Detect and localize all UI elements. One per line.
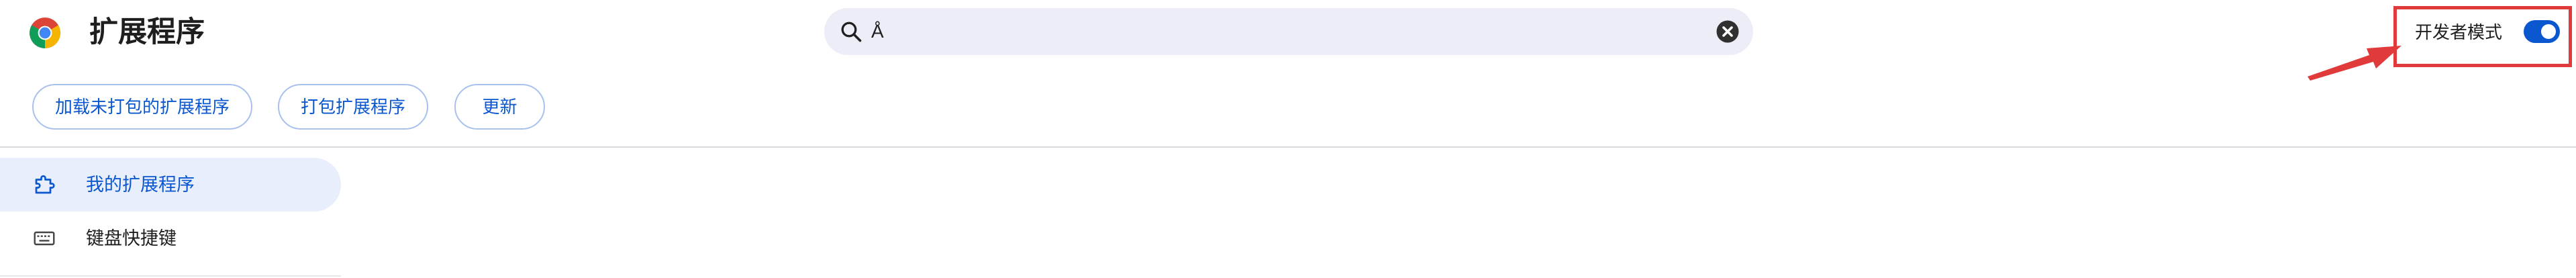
sidebar-item-keyboard-shortcuts[interactable]: 键盘快捷键	[0, 212, 341, 265]
chrome-logo-icon	[30, 17, 60, 48]
clear-icon[interactable]	[1716, 19, 1740, 44]
puzzle-icon	[35, 175, 55, 194]
search-icon	[841, 21, 862, 42]
developer-mode-toggle[interactable]	[2524, 20, 2560, 43]
toggle-knob	[2541, 24, 2556, 39]
pack-extension-button[interactable]: 打包扩展程序	[278, 84, 428, 130]
sidebar-item-label: 我的扩展程序	[86, 175, 195, 195]
sidebar-item-my-extensions[interactable]: 我的扩展程序	[0, 158, 341, 212]
sidebar-item-label: 键盘快捷键	[86, 228, 177, 248]
header-divider	[0, 146, 2576, 148]
annotation-arrow-icon	[2308, 46, 2401, 81]
sidebar-divider	[0, 275, 341, 277]
page-title: 扩展程序	[89, 16, 205, 48]
developer-mode-label: 开发者模式	[2415, 22, 2503, 42]
load-unpacked-button[interactable]: 加载未打包的扩展程序	[32, 84, 252, 130]
keyboard-icon	[34, 231, 55, 246]
search-input[interactable]	[871, 8, 1677, 55]
search-bar[interactable]	[824, 8, 1753, 55]
update-button[interactable]: 更新	[454, 84, 545, 130]
